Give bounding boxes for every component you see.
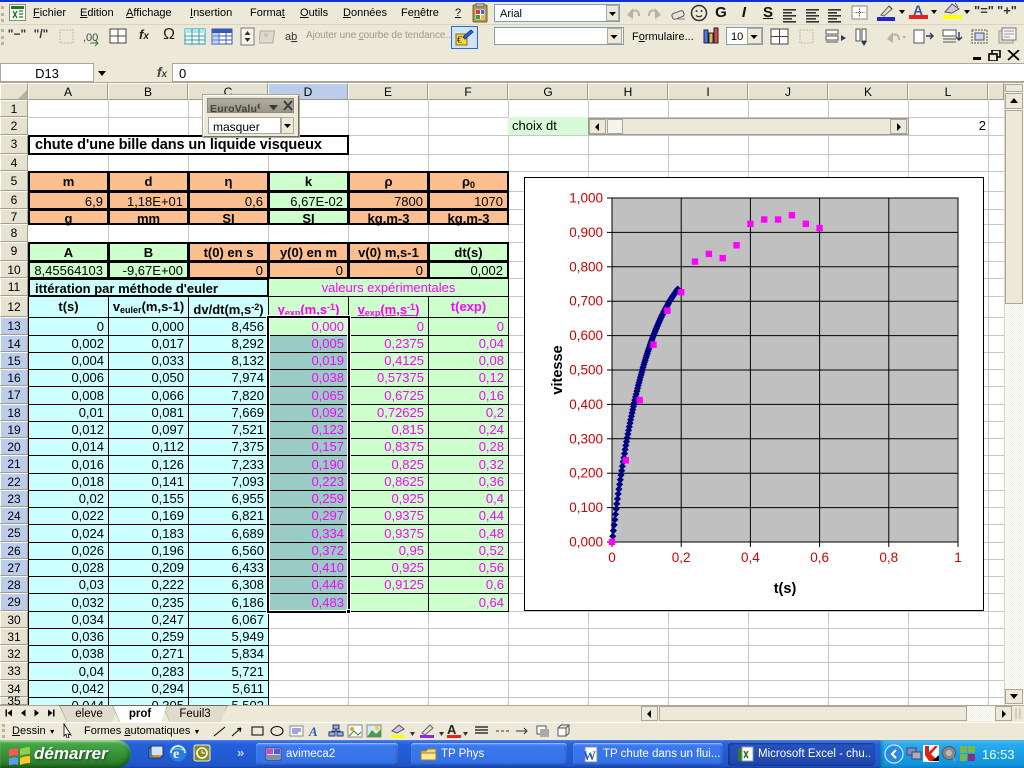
svg-text:0,200: 0,200 [569,466,603,481]
svg-text:0,700: 0,700 [569,294,603,309]
svg-text:W: W [583,748,596,763]
svg-text:0,800: 0,800 [569,259,603,274]
svg-text:1,000: 1,000 [569,191,603,206]
svg-text:0,100: 0,100 [569,500,603,515]
svg-text:1: 1 [954,550,962,565]
svg-text:0,500: 0,500 [569,363,603,378]
svg-text:0,4: 0,4 [741,550,760,565]
svg-text:0,2: 0,2 [672,550,691,565]
svg-text:vitesse: vitesse [550,345,566,394]
svg-text:0,000: 0,000 [569,535,603,550]
svg-text:t(s): t(s) [774,581,797,597]
svg-text:0,400: 0,400 [569,397,603,412]
svg-text:0,900: 0,900 [569,225,603,240]
svg-text:0,6: 0,6 [810,550,829,565]
svg-text:0,8: 0,8 [879,550,898,565]
svg-text:€: € [457,35,462,46]
svg-text:ab: ab [285,31,297,43]
svg-text:0,600: 0,600 [569,328,603,343]
svg-text:0: 0 [608,550,616,565]
svg-text:A: A [308,724,318,738]
svg-text:0,300: 0,300 [569,431,603,446]
svg-text:,00: ,00 [83,32,98,44]
